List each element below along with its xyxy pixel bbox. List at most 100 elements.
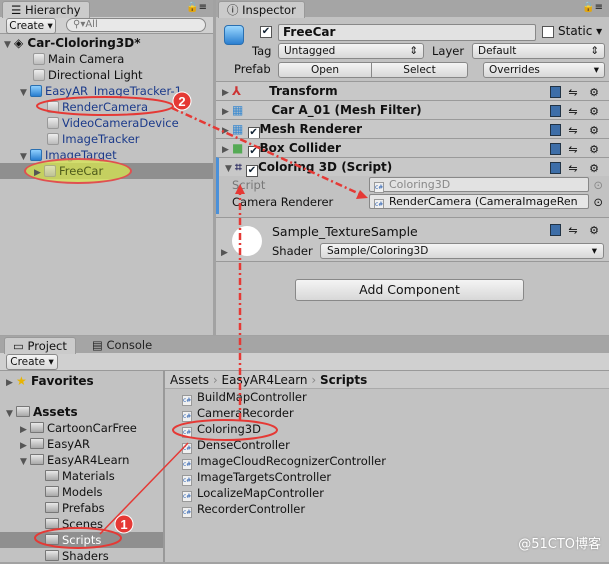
tab-label: Hierarchy	[24, 3, 81, 17]
help-icon[interactable]	[549, 124, 561, 136]
tab-console[interactable]: ▤ Console	[84, 337, 160, 354]
cs-script-icon: c#	[374, 199, 384, 208]
hierarchy-item-dragged[interactable]: ▶ FreeCar	[0, 158, 213, 184]
lock-icon[interactable]: 🔒≡	[582, 2, 603, 13]
lock-icon[interactable]: 🔒≡	[186, 2, 207, 13]
dropdown-arrow-icon: ⇕	[409, 45, 418, 57]
prefab-open-button[interactable]: Open	[278, 62, 372, 78]
component-box-collider[interactable]: ▶ ■ ✔ Box Collider ⇋ ⚙	[216, 138, 609, 158]
file-label: ImageCloudRecognizerController	[197, 454, 386, 468]
help-icon[interactable]	[549, 105, 561, 117]
prefab-overrides-dropdown[interactable]: Overrides ▾	[483, 62, 605, 78]
folder-icon	[45, 518, 59, 529]
assets-row[interactable]: ▼ Assets	[0, 404, 163, 420]
material-icons: ⇋ ⚙	[549, 224, 603, 237]
hierarchy-item[interactable]: VideoCameraDevice	[0, 115, 213, 131]
shader-dropdown[interactable]: Sample/Coloring3D ▾	[320, 243, 604, 259]
expand-arrow-icon[interactable]: ▶	[221, 248, 231, 258]
tag-dropdown[interactable]: Untagged ⇕	[278, 43, 424, 59]
file-item[interactable]: c# Coloring3D	[165, 421, 609, 438]
file-item[interactable]: c# ImageTargetsController	[165, 469, 609, 486]
help-icon[interactable]	[549, 86, 561, 98]
tab-hierarchy[interactable]: ☰ Hierarchy	[2, 1, 90, 18]
tree-item[interactable]: Prefabs	[0, 500, 163, 516]
layer-value: Default	[478, 45, 517, 57]
favorites-row[interactable]: ▶ ★ Favorites	[0, 373, 163, 389]
scene-row[interactable]: ▼ ◈ Car-Cloloring3D*	[0, 35, 213, 51]
expand-arrow-icon[interactable]: ▶	[6, 375, 16, 391]
breadcrumb-item[interactable]: Assets	[170, 373, 209, 387]
tree-item[interactable]: ▶ CartoonCarFree	[0, 420, 163, 436]
help-icon[interactable]	[549, 143, 561, 155]
dropdown-arrow-icon: ▾	[591, 245, 597, 257]
add-component-button[interactable]: Add Component	[295, 279, 524, 301]
tab-project[interactable]: ▭ Project	[4, 337, 76, 354]
cs-script-icon: c#	[182, 507, 192, 518]
static-text: Static	[558, 24, 593, 38]
file-label: RecorderController	[197, 502, 306, 516]
object-picker-icon[interactable]: ⊙	[593, 178, 603, 192]
cs-script-icon: c#	[374, 182, 384, 193]
dropdown-arrow-icon: ▾	[593, 64, 599, 76]
component-coloring3d-script[interactable]: ▼ ⌗ ✔ Coloring 3D (Script) ⇋ ⚙	[216, 157, 609, 177]
tree-label: EasyAR4Learn	[47, 453, 130, 467]
help-icon[interactable]	[549, 224, 561, 236]
item-label: RenderCamera	[62, 100, 149, 114]
prefab-icon	[30, 85, 42, 97]
breadcrumb-item-current[interactable]: Scripts	[320, 373, 367, 387]
file-item[interactable]: c# CameraRecorder	[165, 405, 609, 422]
hierarchy-item[interactable]: ▼ EasyAR_ImageTracker-1	[0, 83, 213, 99]
script-properties: Script c# Coloring3D ⊙ Camera Renderer c#…	[216, 176, 609, 214]
help-icon[interactable]	[549, 162, 561, 174]
file-label: LocalizeMapController	[197, 486, 324, 500]
prefab-label: Prefab	[234, 62, 271, 76]
create-button[interactable]: Create ▾	[6, 18, 56, 34]
mesh-renderer-icon: ▦	[232, 122, 244, 136]
mesh-filter-icon: ▦	[232, 103, 244, 117]
tree-item-selected[interactable]: Scripts	[0, 532, 163, 548]
tree-label: CartoonCarFree	[47, 421, 137, 435]
folder-icon	[45, 486, 59, 497]
object-picker-icon[interactable]: ⊙	[593, 195, 603, 209]
file-item[interactable]: c# ImageCloudRecognizerController	[165, 453, 609, 470]
material-name: Sample_TextureSample	[272, 224, 418, 239]
project-tree: ▶ ★ Favorites ▼ Assets ▶ CartoonCarFree ▶ Ea…	[0, 371, 163, 563]
hierarchy-item[interactable]: Main Camera	[0, 51, 213, 67]
tree-item[interactable]: ▼ EasyAR4Learn	[0, 452, 163, 468]
script-value: Coloring3D	[389, 178, 451, 191]
component-label: Coloring 3D (Script)	[257, 160, 393, 174]
tree-item[interactable]: Scenes	[0, 516, 163, 532]
camera-renderer-value: RenderCamera (CameraImageRen	[389, 195, 578, 208]
file-item[interactable]: c# RecorderController	[165, 501, 609, 518]
prefab-select-button[interactable]: Select	[371, 62, 468, 78]
file-item[interactable]: c# LocalizeMapController	[165, 485, 609, 502]
hierarchy-item[interactable]: RenderCamera	[0, 99, 213, 115]
expand-arrow-icon[interactable]: ▶	[34, 165, 44, 181]
folder-icon	[16, 406, 30, 417]
component-mesh-renderer[interactable]: ▶ ▦ ✔ Mesh Renderer ⇋ ⚙	[216, 119, 609, 139]
create-button[interactable]: Create ▾	[6, 354, 58, 370]
component-mesh-filter[interactable]: ▶ ▦ Car A_01 (Mesh Filter) ⇋ ⚙	[216, 100, 609, 119]
file-item[interactable]: c# DenseController	[165, 437, 609, 454]
transform-icon: ⅄	[232, 84, 242, 98]
search-input[interactable]: ⚲▾All	[66, 18, 206, 32]
camera-renderer-field[interactable]: c# RenderCamera (CameraImageRen	[369, 194, 589, 209]
file-item[interactable]: c# BuildMapController	[165, 389, 609, 406]
hierarchy-item[interactable]: ImageTracker	[0, 131, 213, 147]
static-checkbox[interactable]	[542, 26, 554, 38]
item-label: FreeCar	[59, 164, 104, 178]
layer-dropdown[interactable]: Default ⇕	[472, 43, 605, 59]
hierarchy-item[interactable]: Directional Light	[0, 67, 213, 83]
breadcrumb-item[interactable]: EasyAR4Learn	[222, 373, 308, 387]
component-transform[interactable]: ▶ ⅄ Transform ⇋ ⚙	[216, 81, 609, 100]
tree-label: Models	[62, 485, 103, 499]
component-label: Box Collider	[259, 141, 341, 155]
tree-item[interactable]: Materials	[0, 468, 163, 484]
tab-inspector[interactable]: ⓘ Inspector	[218, 1, 305, 18]
item-label: VideoCameraDevice	[62, 116, 179, 130]
object-name-input[interactable]: FreeCar	[278, 24, 536, 41]
tree-item[interactable]: ▶ EasyAR	[0, 436, 163, 452]
active-checkbox[interactable]: ✔	[260, 26, 272, 38]
tree-label: Prefabs	[62, 501, 105, 515]
tree-item[interactable]: Models	[0, 484, 163, 500]
